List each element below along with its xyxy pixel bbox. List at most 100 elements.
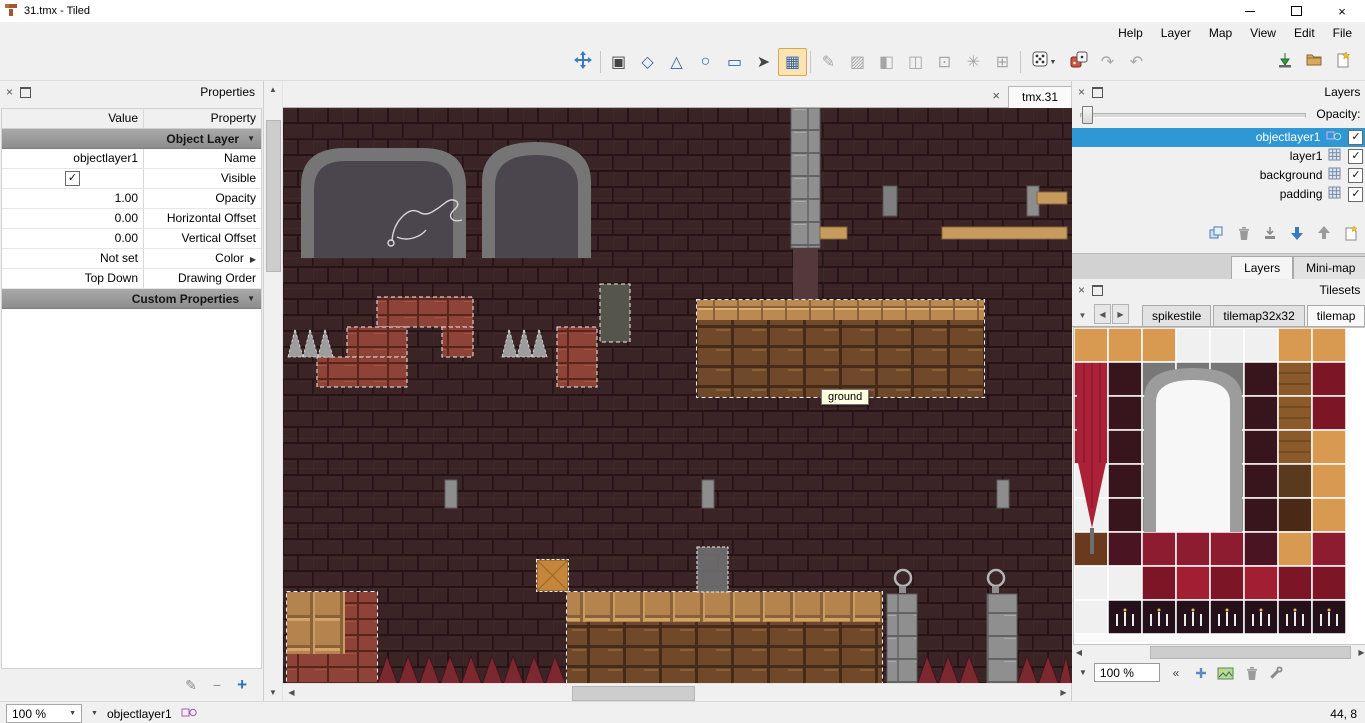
map-tab[interactable]: tmx.31 [1008,86,1072,108]
color-value[interactable]: Not set [2,249,144,268]
stamp-brush-button[interactable]: ✎ [814,48,843,76]
scroll-up-arrow[interactable]: ▲ [265,81,282,98]
redo-button[interactable]: ↷ [1093,48,1122,76]
open-button[interactable] [1299,48,1328,76]
layer-list: objectlayer1 ✓ layer1 ✓ background ✓ [1072,128,1365,204]
tileset-scroll-right-arrow[interactable]: ▶ [1354,645,1365,659]
lower-layer-button[interactable] [1288,224,1306,242]
opacity-value[interactable]: 1.00 [2,189,144,208]
tileset-menu-button[interactable]: ▼ [1075,306,1090,324]
vertical-scroll-thumb[interactable] [266,120,281,272]
tilesets-close-button[interactable]: × [1078,284,1085,296]
current-layer-label[interactable]: objectlayer1 [107,707,172,721]
map-horizontal-scrollbar[interactable]: ◀ ▶ [283,683,1072,701]
add-property-button[interactable]: + [237,675,247,695]
layer-visible-checkbox[interactable]: ✓ [1348,187,1363,202]
edit-property-button[interactable]: ✎ [185,677,197,694]
next-tileset-button[interactable]: ▶ [1112,304,1129,324]
raise-layer-button[interactable] [1315,224,1333,242]
close-button[interactable]: × [1319,0,1365,22]
tileset-zoom-caret-icon[interactable]: ▼ [1079,668,1087,677]
layer-visible-checkbox[interactable]: ✓ [1348,130,1363,145]
duplicate-layer-button[interactable] [1207,224,1225,242]
tab-close-button[interactable]: × [992,89,1000,102]
collapse-tileset-button[interactable]: « [1167,664,1185,682]
rect-select-button[interactable]: ⊡ [930,48,959,76]
tileset-scroll-left-arrow[interactable]: ◀ [1072,645,1086,659]
scroll-down-arrow[interactable]: ▼ [265,684,282,701]
menu-help[interactable]: Help [1109,24,1152,42]
menu-edit[interactable]: Edit [1285,24,1324,42]
menu-map[interactable]: Map [1200,24,1241,42]
layer-row-padding[interactable]: padding ✓ [1072,185,1365,204]
layer-visible-checkbox[interactable]: ✓ [1348,168,1363,183]
prev-tileset-button[interactable]: ◀ [1094,304,1111,324]
tileset-horizontal-scrollbar[interactable]: ◀ ▶ [1072,645,1365,659]
bucket-fill-button[interactable]: ◧ [872,48,901,76]
merge-layer-down-button[interactable] [1261,224,1279,242]
move-tool-button[interactable] [568,48,597,76]
property-group-object-layer[interactable]: Object Layer▼ [2,129,261,149]
opacity-slider[interactable] [1080,106,1306,122]
properties-close-button[interactable]: × [6,86,13,98]
remove-property-button[interactable]: − [213,677,221,693]
export-tileset-button[interactable] [1217,664,1235,682]
tab-layers[interactable]: Layers [1231,256,1293,279]
horizontal-scroll-thumb[interactable] [572,686,695,701]
properties-float-button[interactable] [20,87,31,98]
maximize-button[interactable] [1273,0,1319,22]
insert-template-button[interactable]: ➤ [749,48,778,76]
save-button[interactable] [1270,48,1299,76]
insert-ellipse-button[interactable]: ○ [691,48,720,76]
drawing-order-value[interactable]: Top Down [2,269,144,288]
layer-select-caret-icon[interactable]: ▼ [91,710,98,717]
edit-tileset-button[interactable] [1267,664,1285,682]
tileset-tab-spikestile[interactable]: spikestile [1142,305,1211,326]
new-layer-button[interactable] [1342,224,1360,242]
eraser-button[interactable]: ◫ [901,48,930,76]
layers-float-button[interactable] [1092,87,1103,98]
insert-tile-button[interactable]: ▦ [778,48,807,76]
insert-rectangle-button[interactable]: ▭ [720,48,749,76]
tileset-scroll-thumb[interactable] [1150,646,1351,659]
map-vertical-scrollbar[interactable]: ▲ ▼ [264,81,283,701]
layer-row-background[interactable]: background ✓ [1072,166,1365,185]
undo-button[interactable]: ↶ [1122,48,1151,76]
layers-close-button[interactable]: × [1078,86,1085,98]
scroll-right-arrow[interactable]: ▶ [1055,684,1072,701]
menu-layer[interactable]: Layer [1152,24,1200,42]
remove-layer-button[interactable] [1234,224,1252,242]
select-objects-button[interactable]: ▣ [604,48,633,76]
tilesets-float-button[interactable] [1092,285,1103,296]
zoom-select[interactable]: 100 %▼ [6,704,82,723]
add-tiles-button[interactable] [1192,664,1210,682]
magic-wand-button[interactable]: ✳ [959,48,988,76]
property-group-custom-properties[interactable]: Custom Properties▼ [2,289,261,309]
insert-polygon-button[interactable]: △ [662,48,691,76]
tileset-zoom-select[interactable]: 100 % [1094,663,1160,682]
horizontal-off-value[interactable]: 0.00 [2,209,144,228]
opacity-slider-thumb[interactable] [1082,106,1093,124]
layer-visible-checkbox[interactable]: ✓ [1348,149,1363,164]
menu-file[interactable]: File [1324,24,1361,42]
tab-mini-map[interactable]: Mini-map [1293,256,1365,279]
menu-view[interactable]: View [1241,24,1285,42]
same-tile-select-button[interactable]: ⊞ [988,48,1017,76]
layer-row-layer1[interactable]: layer1 ✓ [1072,147,1365,166]
map-canvas[interactable]: ground [283,108,1072,683]
tileset-view[interactable] [1073,327,1365,645]
stamp-variations-button[interactable] [1064,48,1093,76]
tileset-tab-tilemap[interactable]: tilemap [1307,305,1365,326]
terrain-brush-button[interactable]: ▨ [843,48,872,76]
layer-row-objectlayer1[interactable]: objectlayer1 ✓ [1072,128,1365,147]
new-button[interactable] [1328,48,1357,76]
scroll-left-arrow[interactable]: ◀ [283,684,300,701]
random-mode-button[interactable]: ▼ [1024,48,1064,76]
edit-polygons-button[interactable]: ◇ [633,48,662,76]
tileset-tab-tilemap32x32[interactable]: tilemap32x32 [1213,305,1304,326]
visible-checkbox[interactable]: ✓ [65,171,80,186]
remove-tileset-button[interactable] [1242,664,1260,682]
name-value[interactable]: objectlayer1 [2,149,144,168]
vertical-off-value[interactable]: 0.00 [2,229,144,248]
minimize-button[interactable] [1227,0,1273,22]
